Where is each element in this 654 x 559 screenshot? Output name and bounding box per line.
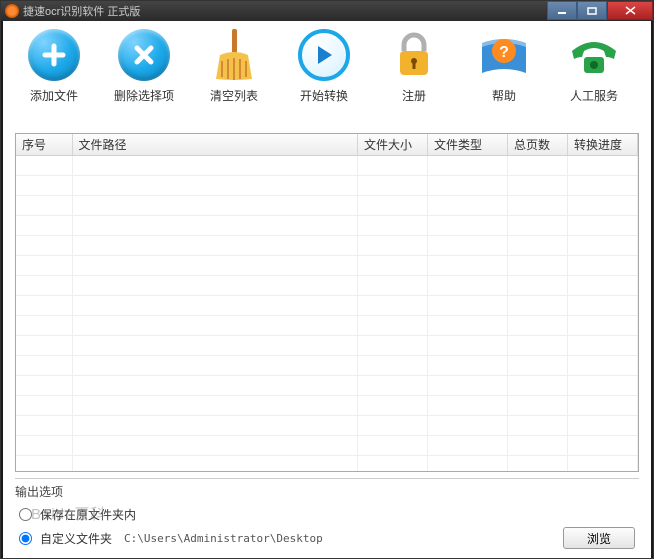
col-path[interactable]: 文件路径	[72, 134, 358, 156]
table-row	[16, 456, 638, 473]
output-section: 输出选项 保存在原文件夹内 自定义文件夹 C:\Users\Administra…	[15, 478, 639, 558]
radio-save-in-source[interactable]: 保存在原文件夹内	[15, 506, 639, 523]
support-button[interactable]: 人工服务	[549, 27, 639, 119]
help-button[interactable]: ? 帮助	[459, 27, 549, 119]
table-row	[16, 356, 638, 376]
table-row	[16, 176, 638, 196]
browse-button[interactable]: 浏览	[563, 527, 635, 549]
broom-icon	[206, 27, 262, 83]
table-row	[16, 216, 638, 236]
phone-icon	[566, 27, 622, 83]
radio-save-in-source-input[interactable]	[19, 508, 32, 521]
table-row	[16, 436, 638, 456]
lock-icon	[386, 27, 442, 83]
col-pages[interactable]: 总页数	[508, 134, 568, 156]
help-book-icon: ?	[476, 27, 532, 83]
table-row	[16, 376, 638, 396]
help-label: 帮助	[492, 87, 516, 104]
output-path: C:\Users\Administrator\Desktop	[124, 532, 557, 545]
radio-custom-folder[interactable]: 自定义文件夹	[15, 530, 112, 547]
file-table[interactable]: 序号 文件路径 文件大小 文件类型 总页数 转换进度	[15, 133, 639, 472]
table-row	[16, 416, 638, 436]
plus-icon	[26, 27, 82, 83]
radio-save-in-source-label: 保存在原文件夹内	[40, 506, 136, 523]
table-row	[16, 256, 638, 276]
remove-selected-label: 删除选择项	[114, 87, 174, 104]
col-index[interactable]: 序号	[16, 134, 72, 156]
add-file-button[interactable]: 添加文件	[9, 27, 99, 119]
col-size[interactable]: 文件大小	[358, 134, 428, 156]
table-row	[16, 156, 638, 176]
col-progress[interactable]: 转换进度	[568, 134, 638, 156]
x-icon	[116, 27, 172, 83]
add-file-label: 添加文件	[30, 87, 78, 104]
titlebar: 捷速ocr识别软件 正式版	[1, 1, 653, 21]
maximize-button[interactable]	[577, 1, 607, 20]
support-label: 人工服务	[570, 87, 618, 104]
window-title: 捷速ocr识别软件 正式版	[23, 3, 140, 19]
radio-custom-folder-label: 自定义文件夹	[40, 530, 112, 547]
col-type[interactable]: 文件类型	[428, 134, 508, 156]
app-icon	[5, 4, 19, 18]
play-icon	[296, 27, 352, 83]
clear-list-button[interactable]: 清空列表	[189, 27, 279, 119]
register-label: 注册	[402, 87, 426, 104]
start-convert-label: 开始转换	[300, 87, 348, 104]
table-row	[16, 336, 638, 356]
output-title: 输出选项	[15, 483, 639, 500]
clear-list-label: 清空列表	[210, 87, 258, 104]
close-button[interactable]	[607, 1, 653, 20]
svg-text:?: ?	[499, 44, 509, 61]
remove-selected-button[interactable]: 删除选择项	[99, 27, 189, 119]
table-row	[16, 236, 638, 256]
table-row	[16, 396, 638, 416]
minimize-button[interactable]	[547, 1, 577, 20]
table-row	[16, 296, 638, 316]
table-row	[16, 196, 638, 216]
radio-custom-folder-input[interactable]	[19, 532, 32, 545]
start-convert-button[interactable]: 开始转换	[279, 27, 369, 119]
table-row	[16, 276, 638, 296]
table-row	[16, 316, 638, 336]
toolbar: 添加文件 删除选择项 清空列表	[3, 21, 651, 121]
register-button[interactable]: 注册	[369, 27, 459, 119]
